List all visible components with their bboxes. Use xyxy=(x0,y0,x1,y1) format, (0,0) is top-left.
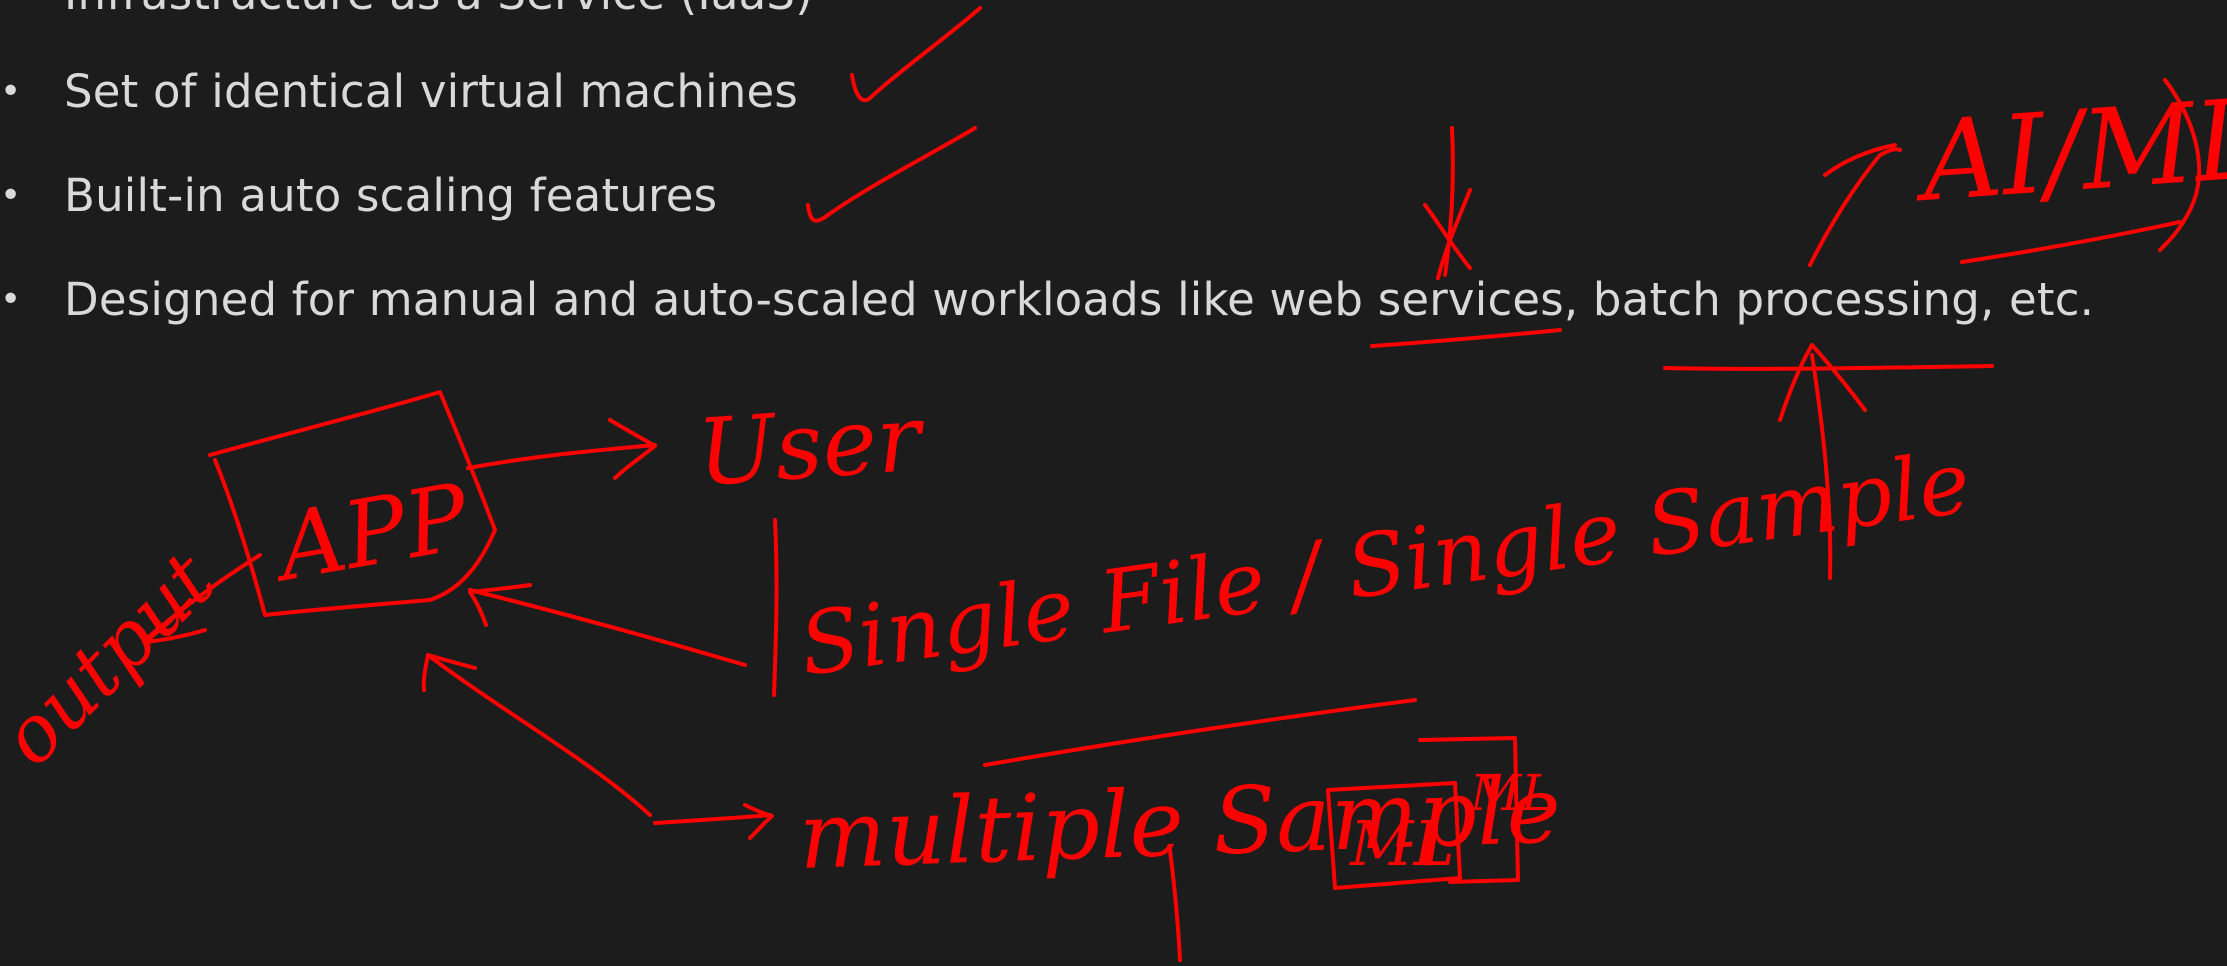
arrow-to-ai-ml xyxy=(1808,143,1902,267)
ml-box-front-label: ML xyxy=(1349,807,1455,880)
ai-ml-label: AI/ML xyxy=(1909,74,2227,226)
arrow-app-to-user xyxy=(466,418,657,480)
single-file-label: Single File / Single Sample xyxy=(794,433,1976,696)
underline-single-sample xyxy=(983,698,1417,767)
divider-line xyxy=(772,518,779,697)
handwritten-annotations: AI/ML APP User output Single File / Sing… xyxy=(0,6,2227,962)
arrow-multiple-to-app xyxy=(421,653,652,817)
underline-web-services xyxy=(1370,328,1562,348)
user-label: User xyxy=(694,384,929,507)
arrow-into-multiple-sample xyxy=(653,803,774,840)
app-label: APP xyxy=(262,463,478,603)
ml-box-back-label: ML xyxy=(1469,764,1554,822)
output-label: output xyxy=(0,535,233,783)
check-mark-identical-vms xyxy=(850,6,982,103)
underline-ai-ml xyxy=(1960,220,2182,264)
check-mark-auto-scaling xyxy=(806,126,977,223)
slide-canvas: • Infrastructure as a Service (IaaS) • S… xyxy=(0,0,2227,966)
arrow-single-to-app xyxy=(468,583,747,667)
